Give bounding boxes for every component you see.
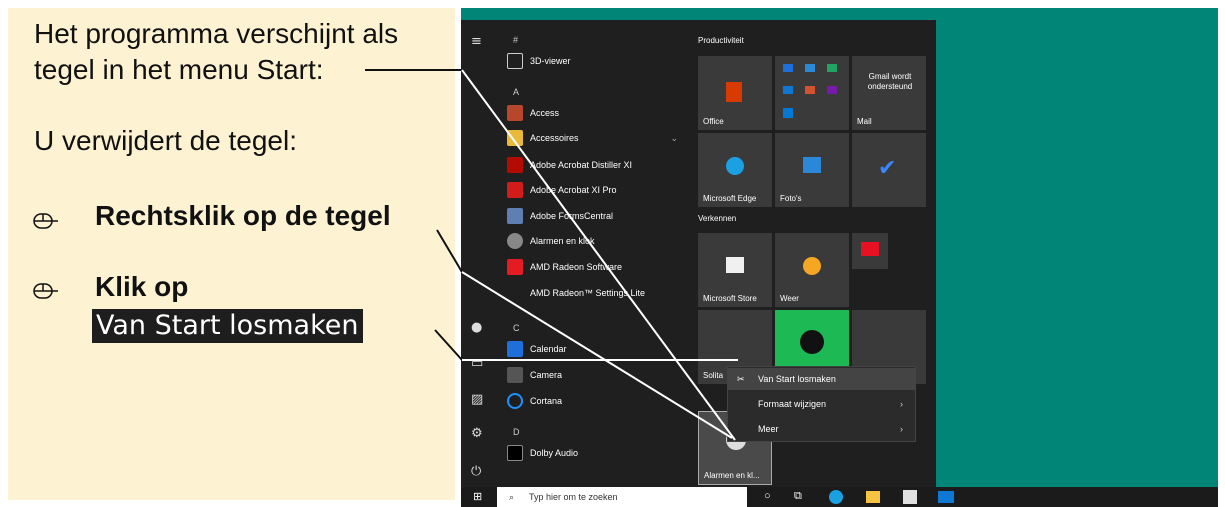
clock-icon: [507, 233, 523, 249]
documents-icon[interactable]: ▭: [471, 356, 483, 371]
explorer-taskbar-icon[interactable]: [866, 491, 880, 503]
app-camera[interactable]: Camera: [507, 364, 562, 386]
search-icon: ⌕: [509, 492, 515, 502]
acrobat-icon: [507, 157, 523, 173]
weather-icon: [803, 257, 821, 275]
user-avatar-icon[interactable]: ●: [471, 320, 482, 335]
pictures-icon[interactable]: ▨: [471, 392, 483, 407]
office-icon: [726, 82, 742, 102]
camera-icon: [507, 367, 523, 383]
store-taskbar-icon[interactable]: [903, 490, 917, 504]
app-amd-settings[interactable]: AMD Radeon™ Settings Lite: [507, 282, 645, 304]
dolby-icon: [507, 445, 523, 461]
unpin-icon: ✂: [737, 374, 745, 384]
tile-office[interactable]: Office: [698, 56, 772, 130]
app-alarms[interactable]: Alarmen en klok: [507, 230, 595, 252]
step-click-on: Klik op: [95, 271, 189, 302]
section-c: C: [513, 323, 520, 333]
app-calendar[interactable]: Calendar: [507, 338, 567, 360]
section-d: D: [513, 427, 520, 437]
tile-weather[interactable]: Weer: [775, 233, 849, 307]
store-icon: [726, 257, 744, 273]
group-productivity: Productiviteit: [698, 36, 744, 45]
app-acrobat-pro[interactable]: Adobe Acrobat XI Pro: [507, 179, 617, 201]
start-rail: ≡ ● ▭ ▨ ⚙ ⏻: [461, 20, 498, 487]
tile-mail[interactable]: Gmail wordt ondersteund Mail: [852, 56, 926, 130]
calendar-icon: [507, 341, 523, 357]
chevron-right-icon: ›: [900, 424, 903, 434]
tile-photos[interactable]: Foto's: [775, 133, 849, 207]
cortana-circle-icon[interactable]: ○: [764, 490, 771, 502]
forms-icon: [507, 208, 523, 224]
tile-news[interactable]: [852, 233, 888, 269]
mouse-click-icon: [33, 283, 58, 299]
app-dolby[interactable]: Dolby Audio: [507, 442, 578, 464]
hamburger-icon[interactable]: ≡: [471, 34, 482, 49]
amd-icon: [507, 259, 523, 275]
power-icon[interactable]: ⏻: [471, 464, 481, 479]
taskbar: ⊞ ⌕ Typ hier om te zoeken ○ ⧉: [461, 487, 1218, 507]
windows-start-icon[interactable]: ⊞: [473, 490, 482, 503]
checkmark-icon: ✔: [878, 155, 897, 180]
task-view-icon[interactable]: ⧉: [794, 490, 802, 503]
spotify-icon: [800, 330, 824, 354]
tile-edge[interactable]: Microsoft Edge: [698, 133, 772, 207]
tile-store[interactable]: Microsoft Store: [698, 233, 772, 307]
app-formscentral[interactable]: Adobe FormsCentral: [507, 205, 613, 227]
step-right-click: Rechtsklik op de tegel: [95, 200, 391, 231]
unpin-button-sample: Van Start losmaken: [92, 309, 363, 343]
mouse-click-icon: [33, 213, 58, 229]
acrobat-icon: [507, 182, 523, 198]
instruction-line-2: tegel in het menu Start:: [34, 54, 324, 85]
instruction-line-3: U verwijdert de tegel:: [34, 125, 298, 156]
menu-item-unpin[interactable]: ✂ Van Start losmaken: [728, 368, 915, 390]
app-access[interactable]: Access: [507, 102, 559, 124]
section-a: A: [513, 87, 520, 97]
app-acrobat-distiller[interactable]: Adobe Acrobat Distiller XI: [507, 154, 632, 176]
start-menu: ≡ ● ▭ ▨ ⚙ ⏻ # 3D-viewer A Access Accesso…: [461, 20, 936, 487]
app-cortana[interactable]: Cortana: [507, 390, 562, 412]
edge-icon: [726, 157, 744, 175]
edge-taskbar-icon[interactable]: [829, 490, 843, 504]
menu-item-resize[interactable]: Formaat wijzigen ›: [728, 393, 915, 415]
desktop-screen: ≡ ● ▭ ▨ ⚙ ⏻ # 3D-viewer A Access Accesso…: [461, 8, 1218, 507]
cube-icon: [507, 53, 523, 69]
folder-icon: [507, 130, 523, 146]
tile-office-apps[interactable]: [775, 56, 849, 130]
news-icon: [861, 242, 879, 256]
app-3d-viewer[interactable]: 3D-viewer: [507, 50, 571, 72]
access-icon: [507, 105, 523, 121]
photos-icon: [803, 157, 821, 173]
app-accessoires[interactable]: Accessoires ⌄: [507, 127, 678, 149]
instruction-line-1: Het programma verschijnt als: [34, 18, 399, 49]
section-hash: #: [513, 35, 519, 45]
cortana-icon: [507, 393, 523, 409]
settings-gear-icon[interactable]: ⚙: [471, 426, 483, 441]
tile-todo[interactable]: ✔: [852, 133, 926, 207]
app-amd-radeon[interactable]: AMD Radeon Software: [507, 256, 622, 278]
tile-context-menu: ✂ Van Start losmaken Formaat wijzigen › Me…: [727, 366, 916, 442]
mail-taskbar-icon[interactable]: [938, 491, 954, 503]
taskbar-search-input[interactable]: ⌕ Typ hier om te zoeken: [497, 487, 747, 507]
chevron-right-icon: ›: [900, 399, 903, 409]
menu-item-more[interactable]: Meer ›: [728, 418, 915, 440]
group-explore: Verkennen: [698, 214, 737, 223]
